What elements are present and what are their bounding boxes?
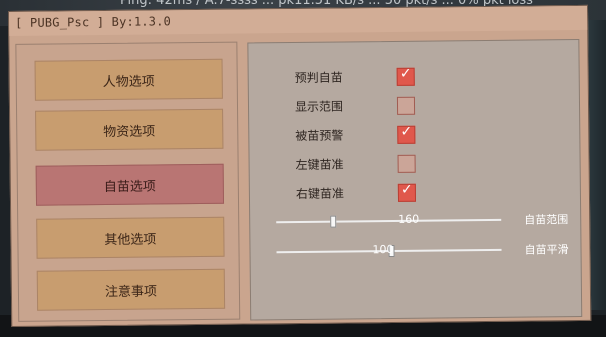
sidebar-item-notes[interactable]: 注意事项 — [36, 268, 226, 311]
sidebar: 人物选项 物资选项 自苗选项 其他选项 注意事项 — [15, 41, 241, 322]
checkbox-right-click-aim[interactable]: ✓ — [397, 181, 417, 202]
option-label-show-range: 显示范围 — [294, 99, 344, 114]
sidebar-item-character[interactable]: 人物选项 — [34, 58, 223, 101]
slider-aim-range[interactable] — [276, 215, 502, 228]
slider-thumb[interactable] — [330, 215, 337, 228]
checkmark-icon: ✓ — [399, 65, 412, 82]
cheat-menu-window: [ PUBG_Psc ] By:1.3.0 人物选项 物资选项 自苗选项 其他选… — [8, 4, 592, 327]
option-label-aim-warning: 被苗预警 — [295, 128, 344, 143]
checkbox-left-click-aim[interactable] — [397, 154, 416, 173]
sidebar-item-label: 自苗选项 — [103, 178, 156, 195]
sidebar-item-aim[interactable]: 自苗选项 — [35, 163, 225, 206]
sidebar-item-label: 其他选项 — [104, 231, 157, 248]
slider-label-aim-range: 自苗范围 — [524, 213, 569, 227]
sidebar-item-label: 注意事项 — [104, 283, 158, 300]
window-title: [ PUBG_Psc ] By:1.3.0 — [15, 14, 172, 30]
checkmark-icon: ✓ — [400, 181, 413, 198]
window-titlebar[interactable]: [ PUBG_Psc ] By:1.3.0 — [9, 5, 588, 36]
sidebar-item-items[interactable]: 物资选项 — [35, 108, 224, 151]
sidebar-item-label: 人物选项 — [102, 73, 155, 90]
slider-label-aim-smooth: 自苗平滑 — [524, 243, 569, 257]
option-label-right-click-aim: 右键苗准 — [295, 186, 345, 201]
sidebar-item-label: 物资选项 — [103, 123, 156, 140]
option-label-left-click-aim: 左键苗准 — [295, 157, 344, 172]
checkbox-show-range[interactable] — [396, 96, 416, 115]
option-label-predict: 预判自苗 — [294, 70, 343, 86]
checkbox-aim-warning[interactable]: ✓ — [397, 123, 416, 144]
slider-value-aim-smooth: 100 — [372, 242, 394, 257]
sidebar-item-other[interactable]: 其他选项 — [36, 216, 225, 259]
slider-value-aim-range: 160 — [398, 212, 420, 226]
checkbox-predict[interactable]: ✓ — [396, 65, 415, 86]
checkmark-icon: ✓ — [400, 123, 413, 140]
options-panel: 预判自苗 ✓ 显示范围 被苗预警 ✓ 左键苗准 右键苗准 ✓ 160 自苗范围 … — [247, 39, 583, 321]
